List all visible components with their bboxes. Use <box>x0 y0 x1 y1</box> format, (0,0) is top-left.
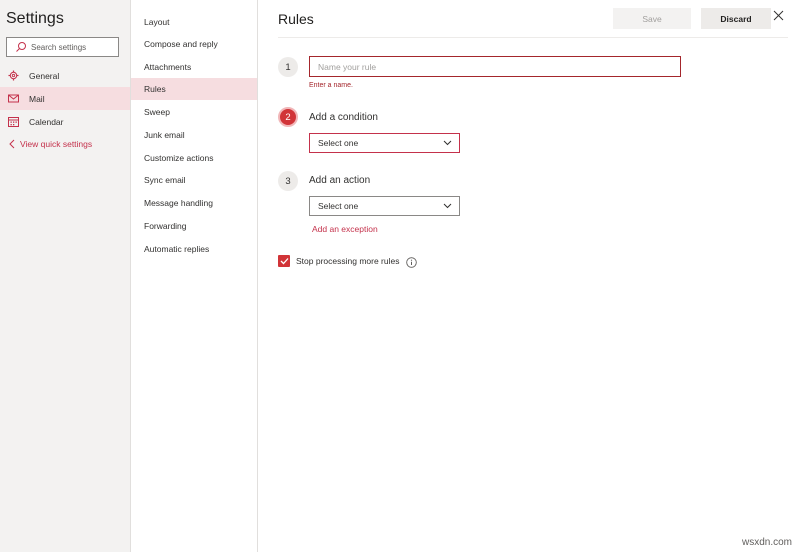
watermark: wsxdn.com <box>741 537 792 548</box>
sidebar-item-calendar[interactable]: Calendar <box>0 110 130 133</box>
condition-dropdown[interactable]: Select one <box>309 133 460 153</box>
mail-settings-nav: Layout Compose and reply Attachments Rul… <box>131 0 258 552</box>
stop-processing-checkbox[interactable] <box>278 255 290 267</box>
mail-nav-item-sync-email[interactable]: Sync email <box>131 169 257 191</box>
mail-icon <box>8 93 19 104</box>
header-divider <box>278 37 788 38</box>
chevron-down-icon <box>443 140 452 146</box>
close-button[interactable] <box>772 8 784 26</box>
action-dropdown[interactable]: Select one <box>309 196 460 216</box>
rule-name-input[interactable] <box>309 56 681 77</box>
mail-nav-item-sweep[interactable]: Sweep <box>131 101 257 123</box>
mail-nav-item-automatic-replies[interactable]: Automatic replies <box>131 238 257 260</box>
chevron-left-icon <box>8 139 16 149</box>
mail-nav-item-rules[interactable]: Rules <box>131 78 257 100</box>
sidebar-item-general[interactable]: General <box>0 64 130 87</box>
view-quick-settings-label: View quick settings <box>20 139 93 149</box>
mail-nav-item-customize-actions[interactable]: Customize actions <box>131 147 257 169</box>
step-number-3: 3 <box>278 171 298 191</box>
condition-dropdown-value: Select one <box>318 138 359 148</box>
mail-nav-item-layout[interactable]: Layout <box>131 11 257 33</box>
rules-panel: Rules Save Discard 1 Enter a name. 2 Add… <box>258 0 800 552</box>
add-condition-label: Add a condition <box>309 112 378 123</box>
settings-sidebar: Settings General Mail Calendar <box>0 0 131 552</box>
settings-title: Settings <box>6 10 64 27</box>
mail-nav-item-forwarding[interactable]: Forwarding <box>131 215 257 237</box>
info-icon[interactable] <box>406 257 417 268</box>
gear-icon <box>8 70 19 81</box>
add-action-label: Add an action <box>309 175 371 186</box>
discard-button[interactable]: Discard <box>701 8 771 29</box>
step-number-1: 1 <box>278 57 298 77</box>
view-quick-settings-link[interactable]: View quick settings <box>8 139 92 149</box>
search-settings-input[interactable] <box>31 42 117 52</box>
close-icon <box>773 8 784 26</box>
save-button[interactable]: Save <box>613 8 691 29</box>
mail-nav-item-attachments[interactable]: Attachments <box>131 56 257 78</box>
checkmark-icon <box>280 252 289 270</box>
action-dropdown-value: Select one <box>318 201 359 211</box>
add-exception-link[interactable]: Add an exception <box>312 224 378 234</box>
page-title: Rules <box>278 11 314 27</box>
sidebar-item-label: Calendar <box>29 116 64 127</box>
mail-nav-item-junk-email[interactable]: Junk email <box>131 124 257 146</box>
mail-nav-item-message-handling[interactable]: Message handling <box>131 192 257 214</box>
chevron-down-icon <box>443 203 452 209</box>
calendar-icon <box>8 116 19 127</box>
sidebar-item-label: Mail <box>29 93 45 104</box>
search-settings-box[interactable] <box>6 37 119 57</box>
mail-nav-item-compose-and-reply[interactable]: Compose and reply <box>131 33 257 55</box>
search-icon <box>15 41 27 53</box>
sidebar-item-label: General <box>29 70 60 81</box>
stop-processing-label: Stop processing more rules <box>296 256 400 266</box>
sidebar-item-mail[interactable]: Mail <box>0 87 130 110</box>
step-number-2: 2 <box>278 107 298 127</box>
rule-name-error: Enter a name. <box>309 82 353 89</box>
settings-category-nav: General Mail Calendar <box>0 64 130 133</box>
